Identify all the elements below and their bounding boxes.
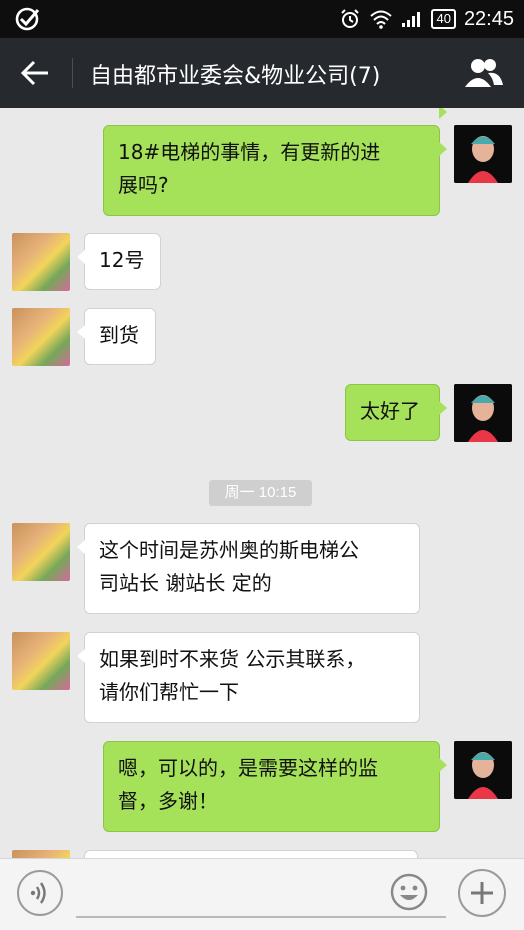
message-line: 这个时间是苏州奥的斯电梯公: [99, 538, 359, 562]
message-line: 如果到时不来货 公示其联系，: [99, 647, 366, 671]
avatar-self-image: [454, 384, 512, 442]
avatar-self[interactable]: [454, 384, 512, 442]
avatar-sender[interactable]: [12, 233, 70, 291]
message-bubble[interactable]: 嗯，可以的，是需要这样的监 督，多谢！: [103, 741, 447, 832]
clock: 22:45: [463, 7, 514, 30]
status-bar: 40 22:45: [0, 0, 524, 38]
message-bubble[interactable]: 18#电梯的事情，有更新的进 展吗?: [103, 125, 447, 216]
message-line: 展吗?: [118, 173, 169, 197]
status-right: 40 22:45: [339, 0, 514, 38]
avatar-sender[interactable]: [12, 523, 70, 581]
check-circle-icon: [15, 7, 40, 31]
input-bar: [0, 858, 524, 930]
message-list[interactable]: 18#电梯的事情，有更新的进 展吗? 12号 到货 太好了 周一 10:15 这…: [0, 108, 524, 858]
chat-title: 自由都市业委会&物业公司(7): [90, 64, 381, 89]
avatar-self-image: [454, 125, 512, 183]
avatar-self-image: [454, 741, 512, 799]
header-divider: [72, 58, 73, 88]
plus-icon: [471, 882, 493, 904]
message-bubble[interactable]: 这个时间是苏州奥的斯电梯公 司站长 谢站长 定的: [77, 523, 420, 614]
message-bubble[interactable]: 如果到时不来货 公示其联系， 请你们帮忙一下: [77, 632, 420, 723]
signal-icon: [402, 12, 421, 27]
wifi-icon: [370, 10, 393, 29]
partial-message-bubble[interactable]: [84, 850, 418, 858]
avatar-sender[interactable]: [12, 632, 70, 690]
group-members-icon[interactable]: [464, 56, 504, 90]
more-button[interactable]: [458, 869, 506, 917]
message-line: 12号: [99, 248, 145, 272]
message-line: 太好了: [360, 399, 420, 423]
message-bubble[interactable]: 太好了: [345, 384, 447, 441]
message-line: 18#电梯的事情，有更新的进: [118, 140, 381, 164]
message-line: 到货: [99, 323, 139, 347]
message-line: 嗯，可以的，是需要这样的监: [118, 756, 378, 780]
message-bubble[interactable]: 12号: [77, 233, 161, 290]
avatar-self[interactable]: [454, 125, 512, 183]
battery-icon: 40: [431, 9, 456, 29]
message-line: 请你们帮忙一下: [99, 680, 239, 704]
voice-button[interactable]: [17, 870, 63, 916]
avatar-self[interactable]: [454, 741, 512, 799]
message-line: 督，多谢！: [118, 789, 218, 813]
voice-icon: [30, 882, 46, 904]
timestamp-divider: 周一 10:15: [209, 480, 312, 506]
avatar-sender[interactable]: [12, 850, 70, 858]
avatar-sender[interactable]: [12, 308, 70, 366]
emoji-icon[interactable]: [390, 873, 428, 911]
chat-header: 自由都市业委会&物业公司(7): [0, 38, 524, 108]
message-bubble[interactable]: 到货: [77, 308, 156, 365]
message-line: 司站长 谢站长 定的: [99, 571, 272, 595]
alarm-icon: [341, 9, 360, 28]
back-arrow-icon[interactable]: [18, 54, 54, 92]
